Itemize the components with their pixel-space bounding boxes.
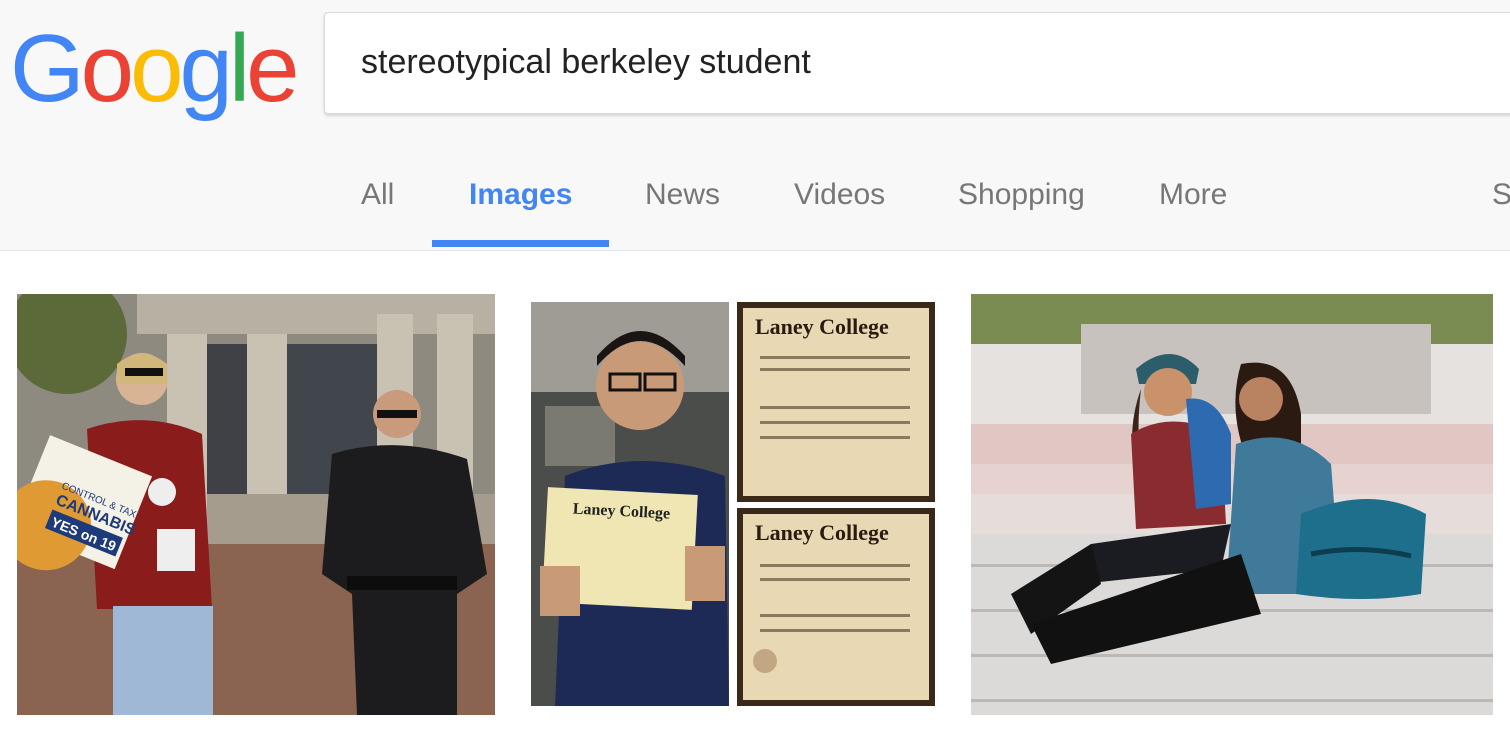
tab-videos[interactable]: Videos: [794, 178, 885, 212]
image-result-3[interactable]: [971, 294, 1493, 715]
search-box[interactable]: [324, 12, 1510, 114]
tab-all[interactable]: All: [361, 178, 394, 212]
search-input[interactable]: [361, 43, 1461, 82]
tab-news[interactable]: News: [645, 178, 720, 212]
tab-more[interactable]: More: [1159, 178, 1227, 212]
header: Google All Images News Videos Shopping M…: [0, 0, 1510, 251]
tab-bar: All Images News Videos Shopping More S: [0, 160, 1510, 250]
tab-settings-partial[interactable]: S: [1492, 178, 1510, 212]
image-result-1-graphic: CONTROL & TAX CANNABIS YES on 19: [17, 294, 495, 715]
logo-letter-g: G: [10, 15, 85, 122]
active-tab-indicator: [432, 240, 609, 247]
logo-letter-o2: o: [130, 15, 183, 122]
tab-images[interactable]: Images: [469, 178, 572, 212]
diploma-title-top: Laney College: [755, 314, 889, 339]
logo-letter-e: e: [246, 15, 299, 122]
logo-letter-o1: o: [80, 15, 134, 122]
image-result-2-graphic: Laney College Laney College Laney Colleg…: [525, 296, 941, 711]
google-logo[interactable]: Google: [10, 14, 300, 124]
diploma-title-bottom: Laney College: [755, 520, 889, 545]
image-result-1[interactable]: CONTROL & TAX CANNABIS YES on 19: [17, 294, 495, 715]
logo-letter-g2: g: [179, 15, 232, 122]
tab-shopping[interactable]: Shopping: [958, 178, 1085, 212]
image-result-3-graphic: [971, 294, 1493, 715]
logo-letter-l: l: [228, 15, 250, 122]
image-result-2[interactable]: Laney College Laney College Laney Colleg…: [525, 296, 941, 711]
